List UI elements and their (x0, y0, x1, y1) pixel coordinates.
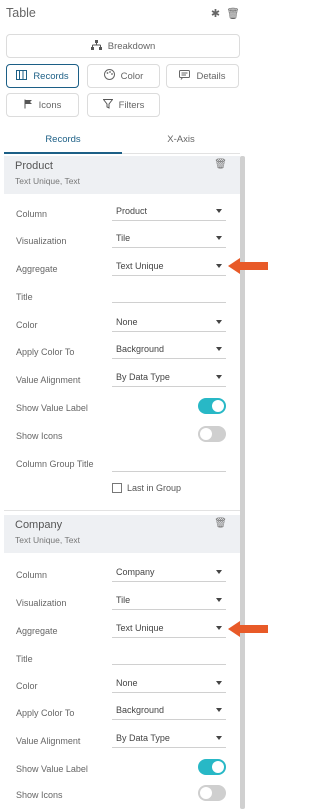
column-select[interactable]: Company (112, 566, 226, 582)
details-label: Details (196, 70, 226, 82)
last-in-group-checkbox[interactable] (112, 483, 122, 493)
chevron-down-icon (216, 598, 222, 602)
value-alignment-select[interactable]: By Data Type (112, 371, 226, 387)
color-select[interactable]: None (112, 316, 226, 332)
value-alignment-label: Value Alignment (16, 375, 81, 385)
icons-button[interactable]: Icons (6, 93, 79, 117)
settings-gear-icon[interactable]: ✱ (211, 7, 220, 20)
panel-header: Table ✱ 🗑 (0, 0, 246, 28)
show-value-label-label: Show Value Label (16, 403, 88, 413)
field-subtitle: Text Unique, Text (15, 176, 81, 186)
field-header-product[interactable]: Product Text Unique, Text 🗑 (4, 156, 240, 194)
visualization-label: Visualization (16, 236, 67, 246)
field-name: Product (15, 160, 53, 172)
hierarchy-icon (90, 39, 102, 53)
flag-icon (24, 99, 33, 112)
column-label: Column (16, 570, 48, 580)
color-label: Color (120, 70, 144, 82)
chevron-down-icon (216, 209, 222, 213)
apply-color-to-select[interactable]: Background (112, 704, 226, 720)
records-label: Records (33, 70, 69, 82)
filters-label: Filters (118, 99, 145, 111)
show-icons-label: Show Icons (16, 790, 63, 800)
tab-bar: Records X-Axis (4, 126, 240, 154)
apply-color-to-label: Apply Color To (16, 708, 75, 718)
comment-icon (179, 69, 191, 83)
color-label: Color (16, 320, 38, 330)
trash-icon[interactable]: 🗑 (214, 518, 227, 529)
apply-color-to-select[interactable]: Background (112, 343, 226, 359)
color-label: Color (16, 681, 38, 691)
title-label: Title (16, 654, 33, 664)
show-icons-label: Show Icons (16, 431, 63, 441)
visualization-select[interactable]: Tile (112, 594, 226, 610)
chevron-down-icon (216, 681, 222, 685)
visualization-select[interactable]: Tile (112, 232, 226, 248)
column-label: Column (16, 209, 48, 219)
chevron-down-icon (216, 236, 222, 240)
value-alignment-label: Value Alignment (16, 736, 81, 746)
title-input[interactable] (112, 287, 226, 303)
show-value-label-toggle[interactable] (198, 398, 226, 414)
aggregate-label: Aggregate (16, 264, 58, 274)
chevron-down-icon (216, 626, 222, 630)
aggregate-select[interactable]: Text Unique (112, 260, 226, 276)
palette-icon (103, 69, 115, 83)
chevron-down-icon (216, 375, 222, 379)
field-name: Company (15, 519, 63, 531)
value-alignment-select[interactable]: By Data Type (112, 732, 226, 748)
column-group-title-label: Column Group Title (16, 459, 94, 469)
field-header-company[interactable]: Company Text Unique, Text 🗑 (4, 515, 240, 553)
chevron-down-icon (216, 320, 222, 324)
show-value-label-label: Show Value Label (16, 764, 88, 774)
trash-icon[interactable]: 🗑 (214, 159, 227, 170)
chevron-down-icon (216, 708, 222, 712)
show-icons-toggle[interactable] (198, 426, 226, 442)
last-in-group-label: Last in Group (127, 483, 182, 493)
last-in-group-row[interactable]: Last in Group (112, 483, 181, 493)
visualization-label: Visualization (16, 598, 67, 608)
show-icons-toggle[interactable] (198, 785, 226, 801)
table-icon (16, 69, 28, 83)
panel-title: Table (6, 6, 36, 20)
aggregate-select[interactable]: Text Unique (112, 622, 226, 638)
title-input[interactable] (112, 649, 226, 665)
color-button[interactable]: Color (87, 64, 160, 88)
scrollbar[interactable] (240, 156, 245, 809)
icons-label: Icons (38, 99, 62, 111)
chevron-down-icon (216, 347, 222, 351)
delete-trash-icon[interactable]: 🗑 (226, 7, 240, 20)
callout-arrow-icon (228, 258, 268, 274)
column-group-title-input[interactable] (112, 456, 226, 472)
title-label: Title (16, 292, 33, 302)
aggregate-label: Aggregate (16, 626, 58, 636)
tab-records[interactable]: Records (4, 126, 122, 154)
column-select[interactable]: Product (112, 205, 226, 221)
breakdown-label: Breakdown (107, 40, 156, 52)
chevron-down-icon (216, 264, 222, 268)
chevron-down-icon (216, 736, 222, 740)
details-button[interactable]: Details (166, 64, 239, 88)
records-button[interactable]: Records (6, 64, 79, 88)
chevron-down-icon (216, 570, 222, 574)
color-select[interactable]: None (112, 677, 226, 693)
breakdown-button[interactable]: Breakdown (6, 34, 240, 58)
tab-x-axis[interactable]: X-Axis (122, 126, 240, 154)
field-subtitle: Text Unique, Text (15, 535, 81, 545)
apply-color-to-label: Apply Color To (16, 347, 75, 357)
section-divider (4, 510, 240, 511)
callout-arrow-icon (228, 621, 268, 637)
show-value-label-toggle[interactable] (198, 759, 226, 775)
funnel-icon (102, 98, 114, 112)
filters-button[interactable]: Filters (87, 93, 160, 117)
